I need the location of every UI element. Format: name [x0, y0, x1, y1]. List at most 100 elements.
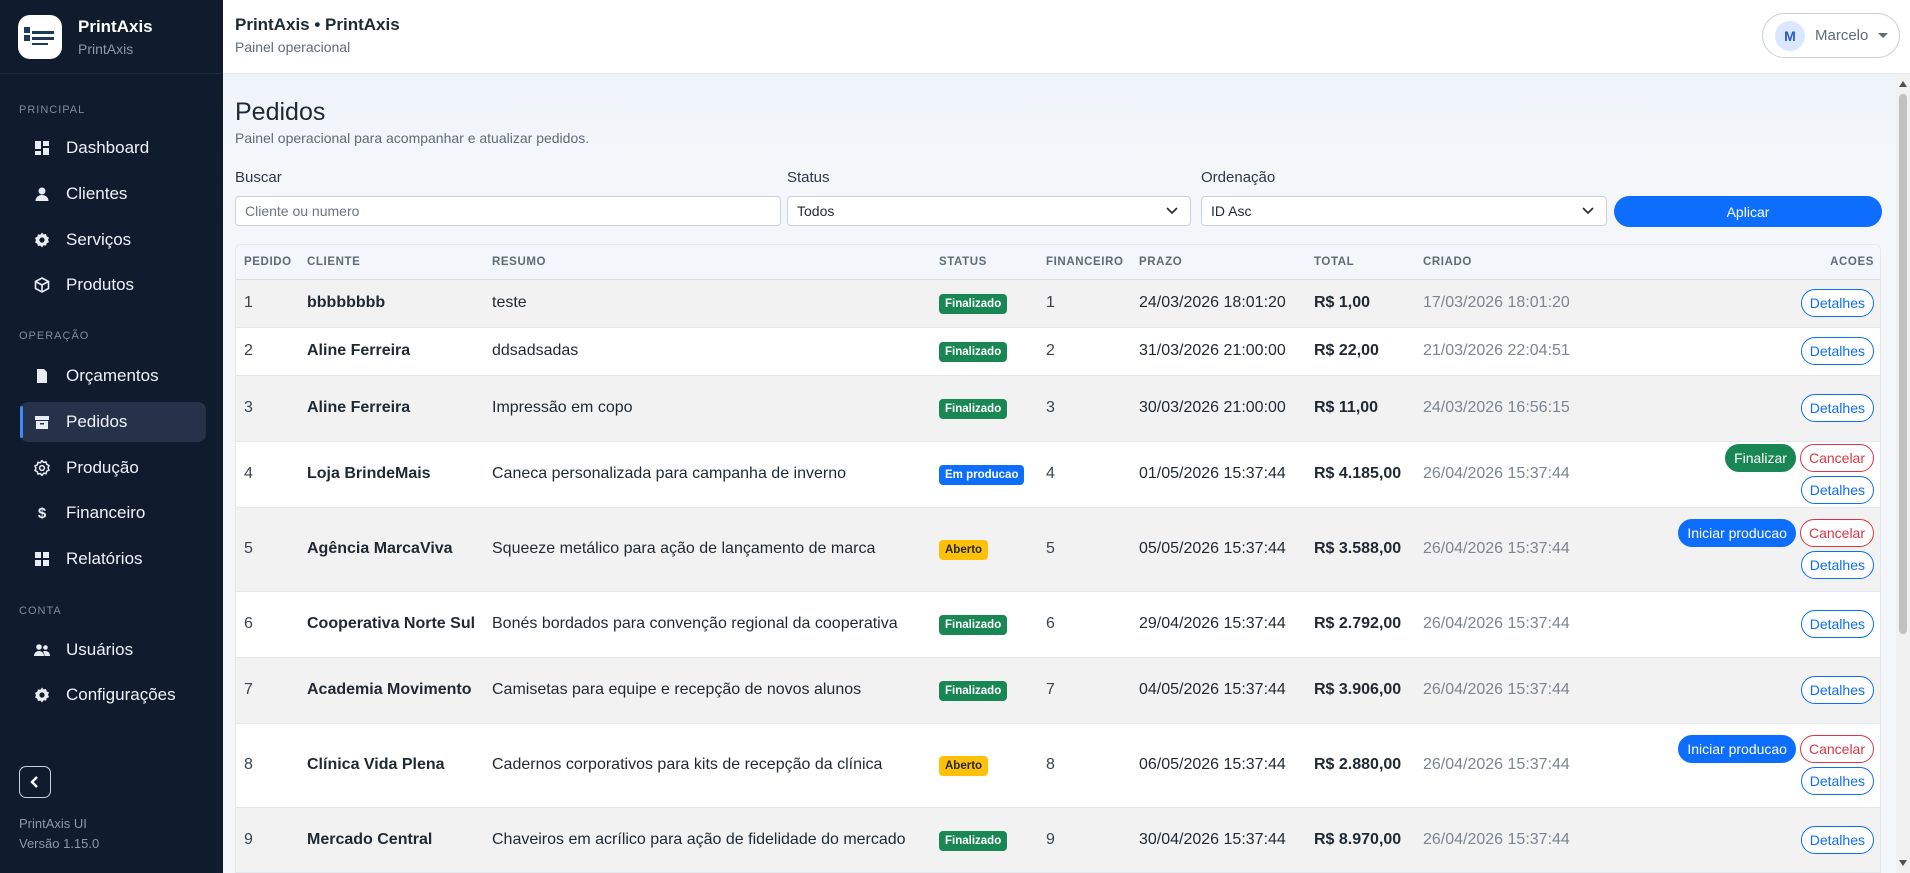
table-row: 9 Mercado Central Chaveiros em acrílico pa… [236, 807, 1880, 872]
start-production-button[interactable]: Iniciar producao [1678, 519, 1796, 547]
details-button[interactable]: Detalhes [1800, 826, 1874, 854]
cell-financeiro: 3 [1038, 375, 1131, 442]
details-button[interactable]: Detalhes [1800, 289, 1874, 317]
sidebar-item-dashboard[interactable]: Dashboard [20, 128, 206, 168]
cell-acoes: Iniciar producao Cancelar Detalhes [1632, 723, 1880, 808]
col-status[interactable]: STATUS [931, 245, 1038, 280]
sidebar-item-label: Usuários [66, 640, 134, 659]
collapse-sidebar-button[interactable] [19, 766, 51, 798]
user-menu-button[interactable]: M Marcelo [1762, 13, 1900, 58]
cell-prazo: 06/05/2026 15:37:44 [1131, 723, 1306, 808]
sidebar-item-orcamentos[interactable]: Orçamentos [20, 356, 206, 396]
cell-resumo: ddsadsadas [484, 327, 931, 376]
chevron-down-icon [1582, 207, 1594, 215]
details-button[interactable]: Detalhes [1800, 676, 1874, 704]
sidebar-item-configuracoes[interactable]: Configurações [20, 675, 206, 715]
apply-button[interactable]: Aplicar [1614, 196, 1882, 227]
cell-pedido: 5 [236, 507, 299, 592]
col-pedido[interactable]: PEDIDO [236, 245, 299, 280]
cell-pedido: 8 [236, 723, 299, 808]
cell-status: Finalizado [931, 327, 1038, 376]
details-button[interactable]: Detalhes [1800, 476, 1874, 504]
cancel-button[interactable]: Cancelar [1799, 444, 1874, 472]
brand-name: PrintAxis [78, 16, 153, 36]
cell-resumo: Cadernos corporativos para kits de recep… [484, 723, 931, 808]
users-icon [34, 642, 50, 658]
sidebar-item-financeiro[interactable]: $ Financeiro [20, 493, 206, 533]
cell-prazo: 29/04/2026 15:37:44 [1131, 591, 1306, 658]
status-select[interactable]: Todos [787, 196, 1191, 226]
status-badge: Finalizado [939, 399, 1008, 419]
cell-status: Em producao [931, 441, 1038, 508]
sidebar-item-relatorios[interactable]: Relatórios [20, 539, 206, 579]
details-button[interactable]: Detalhes [1800, 394, 1874, 422]
sidebar-item-label: Produção [66, 458, 139, 477]
col-criado[interactable]: CRIADO [1415, 245, 1632, 280]
col-cliente[interactable]: CLIENTE [299, 245, 484, 280]
details-button[interactable]: Detalhes [1800, 337, 1874, 365]
cell-pedido: 2 [236, 327, 299, 376]
sidebar-item-producao[interactable]: Produção [20, 448, 206, 488]
details-button[interactable]: Detalhes [1800, 551, 1874, 579]
cancel-button[interactable]: Cancelar [1799, 735, 1874, 763]
header-subtitle: Painel operacional [235, 39, 351, 55]
cell-status: Aberto [931, 507, 1038, 592]
cell-financeiro: 1 [1038, 279, 1131, 328]
col-prazo[interactable]: PRAZO [1131, 245, 1306, 280]
col-total[interactable]: TOTAL [1306, 245, 1415, 280]
status-badge: Aberto [939, 756, 989, 776]
status-badge: Finalizado [939, 294, 1008, 314]
cell-cliente: Academia Movimento [299, 657, 484, 724]
start-production-button[interactable]: Iniciar producao [1678, 735, 1796, 763]
brand[interactable]: PrintAxis PrintAxis [0, 0, 223, 74]
sidebar-item-pedidos[interactable]: Pedidos [20, 402, 206, 442]
sidebar-item-label: Dashboard [66, 138, 150, 157]
avatar: M [1775, 20, 1805, 51]
sidebar-item-produtos[interactable]: Produtos [20, 265, 206, 305]
cell-acoes: Detalhes [1632, 591, 1880, 658]
table-row: 6 Cooperativa Norte Sul Bonés bordados par… [236, 591, 1880, 658]
col-resumo[interactable]: RESUMO [484, 245, 931, 280]
status-badge: Finalizado [939, 342, 1008, 362]
cell-pedido: 9 [236, 807, 299, 872]
cell-prazo: 30/03/2026 21:00:00 [1131, 375, 1306, 442]
finalize-button[interactable]: Finalizar [1725, 444, 1796, 472]
brand-logo [18, 14, 62, 59]
cell-financeiro: 7 [1038, 657, 1131, 724]
cell-pedido: 3 [236, 375, 299, 442]
scroll-thumb[interactable] [1899, 94, 1907, 634]
chevron-down-icon [1166, 207, 1178, 215]
user-name: Marcelo [1815, 27, 1869, 44]
cell-acoes: Detalhes [1632, 657, 1880, 724]
sidebar-item-usuarios[interactable]: Usuários [20, 630, 206, 670]
scroll-down-icon[interactable] [1899, 860, 1907, 866]
cell-total: R$ 2.880,00 [1306, 723, 1415, 808]
dollar-icon: $ [37, 504, 47, 522]
search-input[interactable]: Cliente ou numero [235, 196, 781, 226]
cell-resumo: Bonés bordados para convenção regional d… [484, 591, 931, 658]
status-badge: Finalizado [939, 831, 1008, 851]
order-select[interactable]: ID Asc [1201, 196, 1607, 226]
page-scrollbar[interactable] [1896, 74, 1910, 873]
cancel-button[interactable]: Cancelar [1799, 519, 1874, 547]
cell-pedido: 4 [236, 441, 299, 508]
sidebar-version: Versão 1.15.0 [19, 836, 100, 851]
cell-criado: 26/04/2026 15:37:44 [1415, 441, 1632, 508]
sidebar-item-clientes[interactable]: Clientes [20, 174, 206, 214]
sidebar-item-servicos[interactable]: Serviços [20, 220, 206, 260]
scroll-up-icon[interactable] [1899, 81, 1907, 87]
col-financeiro[interactable]: FINANCEIRO [1038, 245, 1131, 280]
details-button[interactable]: Detalhes [1800, 610, 1874, 638]
cell-status: Finalizado [931, 375, 1038, 442]
table-row: 2 Aline Ferreira ddsadsadas Finalizado 2 31/0… [236, 327, 1880, 376]
cell-criado: 26/04/2026 15:37:44 [1415, 591, 1632, 658]
sidebar-item-label: Produtos [66, 275, 135, 294]
cell-criado: 26/04/2026 15:37:44 [1415, 507, 1632, 592]
cell-cliente: bbbbbbbb [299, 279, 484, 328]
cell-cliente: Aline Ferreira [299, 327, 484, 376]
cell-prazo: 05/05/2026 15:37:44 [1131, 507, 1306, 592]
details-button[interactable]: Detalhes [1800, 767, 1874, 795]
gear-icon [34, 232, 50, 248]
reports-icon [34, 551, 50, 567]
cell-resumo: Impressão em copo [484, 375, 931, 442]
